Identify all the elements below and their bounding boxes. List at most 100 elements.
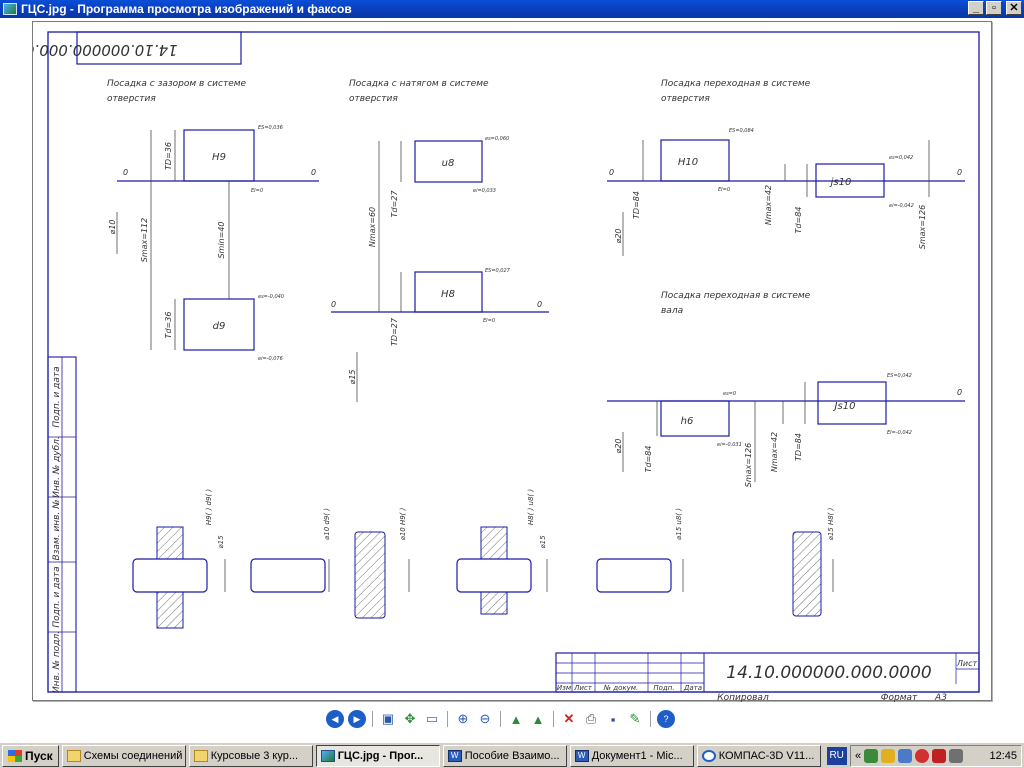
- side-label-strip: Подп. и дата Инв. № дубл. Взам. инв. № П…: [47, 356, 77, 693]
- rotate-clockwise-icon[interactable]: ▲: [507, 710, 525, 728]
- taskbar-item-document1[interactable]: W Документ1 - Mic...: [569, 744, 694, 767]
- svg-text:es=0,042: es=0,042: [889, 155, 913, 161]
- svg-text:⌀20: ⌀20: [614, 439, 623, 454]
- kompas-icon: [701, 749, 716, 762]
- security-shield-icon[interactable]: [881, 749, 896, 763]
- part-assembly-1: ⌀15 H9( ) d9( ): [132, 489, 226, 629]
- system-tray: « 12:45: [850, 745, 1022, 767]
- svg-text:Smax=126: Smax=126: [744, 443, 753, 487]
- svg-text:ES=0,036: ES=0,036: [258, 125, 283, 131]
- part-assembly-2: ⌀15 H8( ) u8( ): [456, 489, 548, 615]
- top-stamp: 14.10.000000.000.0000: [33, 31, 242, 65]
- tray-expand-icon[interactable]: «: [855, 750, 861, 762]
- word-icon: W: [574, 749, 589, 762]
- svg-text:EI=0: EI=0: [718, 187, 730, 193]
- antivirus-icon[interactable]: [932, 749, 947, 763]
- svg-text:EI=0: EI=0: [251, 188, 263, 194]
- svg-text:⌀15: ⌀15: [539, 535, 547, 549]
- svg-text:EI=0: EI=0: [483, 318, 495, 324]
- zoom-in-icon[interactable]: ⊕: [454, 710, 472, 728]
- close-button[interactable]: ✕: [1006, 1, 1022, 15]
- user-icon[interactable]: [898, 749, 913, 763]
- speaker-icon[interactable]: [949, 749, 964, 763]
- help-icon[interactable]: ?: [657, 710, 675, 728]
- svg-text:Smin=40: Smin=40: [217, 221, 226, 258]
- svg-text:es=0,060: es=0,060: [485, 136, 509, 142]
- svg-text:Td=84: Td=84: [794, 207, 803, 234]
- language-indicator[interactable]: RU: [826, 746, 847, 765]
- svg-text:0: 0: [957, 168, 962, 177]
- svg-text:Td=36: Td=36: [164, 312, 173, 339]
- image-viewer-area: 14.10.000000.000.0000 Подп. и дата Инв. …: [0, 18, 1024, 742]
- svg-text:0: 0: [123, 168, 128, 177]
- svg-text:⌀15: ⌀15: [348, 370, 357, 385]
- svg-text:H9( ) d9( ): H9( ) d9( ): [205, 489, 213, 525]
- svg-text:Дата: Дата: [683, 684, 702, 692]
- svg-text:отверстия: отверстия: [107, 94, 156, 104]
- slideshow-icon[interactable]: ▭: [423, 710, 441, 728]
- start-button[interactable]: Пуск: [2, 744, 59, 767]
- svg-text:0: 0: [537, 300, 542, 309]
- print-icon[interactable]: ⎙: [582, 710, 600, 728]
- title-block: Изм Лист № докум. Подп. Дата 14.10.00000…: [555, 652, 980, 702]
- fit-diagram-transition-shaft: Посадка переходная в системе вала 0 h6 J…: [607, 291, 965, 487]
- title-block-code: 14.10.000000.000.0000: [726, 663, 932, 683]
- svg-text:H8: H8: [441, 289, 455, 300]
- maximize-button[interactable]: ▫: [986, 1, 1002, 15]
- svg-text:0: 0: [311, 168, 316, 177]
- svg-text:⌀20: ⌀20: [614, 229, 623, 244]
- drawing-border: [47, 31, 980, 693]
- side-label-1: Подп. и дата: [52, 366, 62, 427]
- svg-text:Посадка с зазором в системе: Посадка с зазором в системе: [107, 79, 247, 89]
- part-shaft-2: ⌀15 u8( ): [596, 508, 684, 593]
- rotate-counterclockwise-icon[interactable]: ▲: [529, 710, 547, 728]
- svg-text:0: 0: [957, 388, 962, 397]
- previous-image-button[interactable]: ◀: [326, 710, 344, 728]
- svg-text:отверстия: отверстия: [661, 94, 710, 104]
- svg-text:0: 0: [609, 168, 614, 177]
- minimize-button[interactable]: _: [968, 1, 984, 15]
- save-icon[interactable]: ▪: [604, 710, 622, 728]
- svg-text:TD=27: TD=27: [390, 317, 399, 346]
- best-fit-icon[interactable]: ▣: [379, 710, 397, 728]
- taskbar-item-image-viewer[interactable]: ГЦС.jpg - Прог...: [315, 744, 440, 767]
- svg-text:ei=0,033: ei=0,033: [473, 188, 496, 194]
- svg-text:№ докум.: № докум.: [603, 684, 639, 692]
- part-shaft-1: ⌀10 d9( ): [250, 508, 331, 593]
- window-titlebar[interactable]: ГЦС.jpg - Программа просмотра изображени…: [0, 0, 1024, 18]
- svg-text:TD=36: TD=36: [164, 142, 173, 170]
- svg-text:EI=-0,042: EI=-0,042: [887, 430, 912, 436]
- image-viewer-icon: [3, 3, 17, 15]
- image-canvas: 14.10.000000.000.0000 Подп. и дата Инв. …: [32, 21, 992, 702]
- taskbar-item-manual[interactable]: W Пособие Взаимо...: [442, 744, 567, 767]
- svg-text:H10: H10: [678, 157, 698, 168]
- taskbar-item-schemes[interactable]: Схемы соединений: [61, 744, 186, 767]
- edit-image-icon[interactable]: ✎: [626, 710, 644, 728]
- network-icon[interactable]: [864, 749, 879, 763]
- part-hub-1: ⌀10 H9( ): [354, 507, 410, 619]
- svg-text:Td=27: Td=27: [390, 190, 399, 218]
- svg-text:js10: js10: [829, 177, 852, 188]
- delete-icon[interactable]: ✕: [560, 710, 578, 728]
- alert-icon[interactable]: [915, 749, 930, 763]
- viewer-toolbar: ◀ ▶ ▣ ✥ ▭ ⊕ ⊖ ▲ ▲ ✕ ⎙ ▪ ✎ ?: [326, 708, 675, 730]
- side-label-2: Инв. № дубл.: [52, 436, 62, 498]
- svg-text:u8: u8: [442, 158, 455, 169]
- svg-text:ES=0,027: ES=0,027: [485, 268, 511, 274]
- svg-text:Подп.: Подп.: [653, 684, 674, 692]
- zoom-out-icon[interactable]: ⊖: [476, 710, 494, 728]
- svg-text:⌀15 u8( ): ⌀15 u8( ): [675, 508, 683, 540]
- taskbar-item-courses[interactable]: Курсовые 3 кур...: [188, 744, 313, 767]
- actual-size-icon[interactable]: ✥: [401, 710, 419, 728]
- svg-text:Изм: Изм: [557, 684, 572, 692]
- svg-text:Формат: Формат: [881, 693, 918, 702]
- svg-text:⌀15: ⌀15: [217, 535, 225, 549]
- next-image-button[interactable]: ▶: [348, 710, 366, 728]
- svg-text:ei=-0,042: ei=-0,042: [889, 203, 914, 209]
- technical-drawing: 14.10.000000.000.0000 Подп. и дата Инв. …: [33, 31, 980, 702]
- svg-text:Посадка переходная в системе: Посадка переходная в системе: [661, 291, 811, 301]
- taskbar-item-kompas[interactable]: КОМПАС-3D V11...: [696, 744, 821, 767]
- svg-text:Smax=112: Smax=112: [140, 218, 149, 262]
- svg-text:Nmax=60: Nmax=60: [368, 207, 377, 247]
- svg-text:ei=-0,031: ei=-0,031: [717, 442, 742, 448]
